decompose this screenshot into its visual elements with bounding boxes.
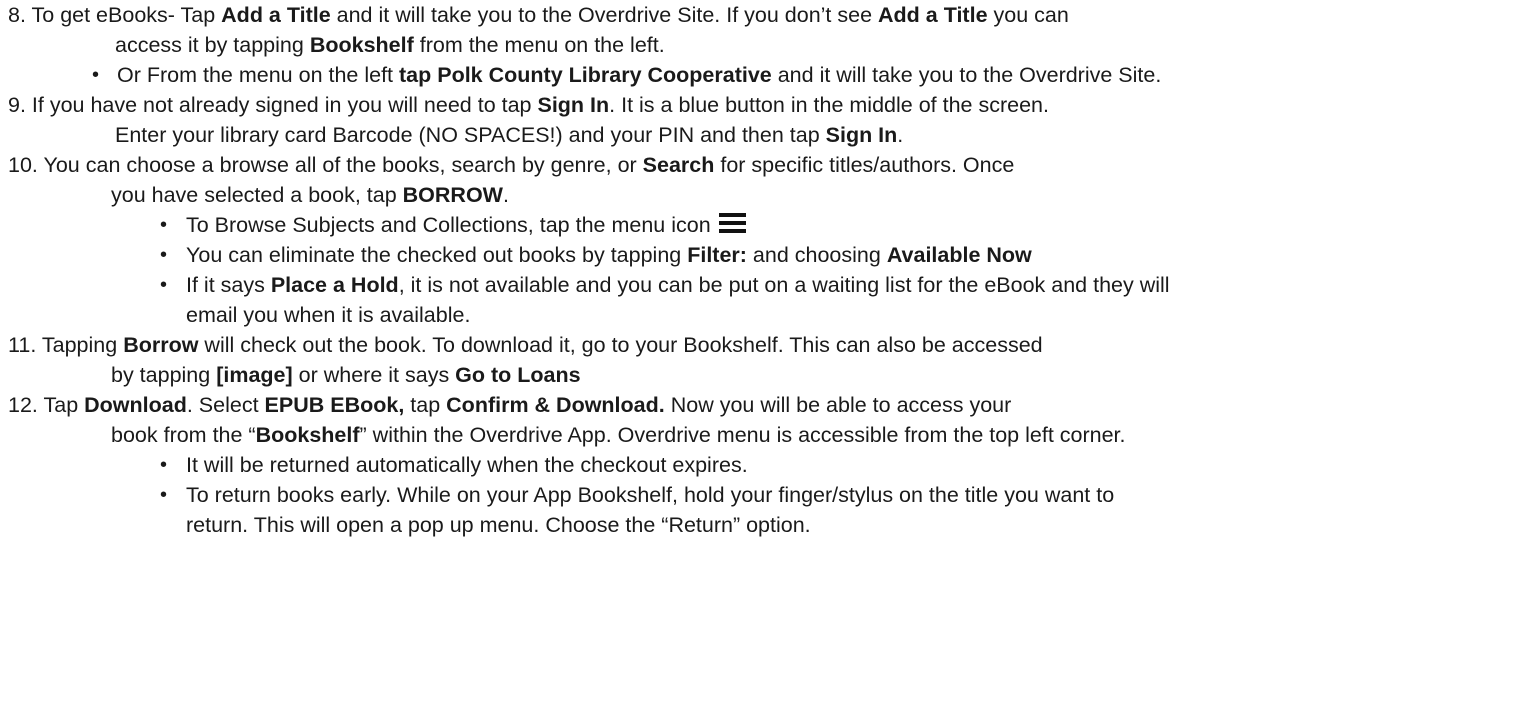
step-10-line-2: you have selected a book, tap BORROW. xyxy=(111,183,509,207)
bullet-glyph: • xyxy=(160,244,168,266)
bullet-glyph: • xyxy=(160,454,168,476)
bullet-glyph: • xyxy=(160,214,168,236)
step-number: 8. xyxy=(8,3,32,27)
bullet-glyph: • xyxy=(160,274,168,296)
step-8-line-2: access it by tapping Bookshelf from the … xyxy=(115,33,665,57)
step-number: 12. xyxy=(8,393,44,417)
step-number: 9. xyxy=(8,93,32,117)
step-9-line-1: 9. If you have not already signed in you… xyxy=(8,93,1049,117)
bullet-glyph: • xyxy=(92,64,100,86)
step-11-line-2: by tapping [image] or where it says Go t… xyxy=(111,363,581,387)
step-12-bullet-2-continuation: return. This will open a pop up menu. Ch… xyxy=(186,513,811,537)
step-10-bullet-3: If it says Place a Hold, it is not avail… xyxy=(186,273,1170,297)
step-12-line-1: 12. Tap Download. Select EPUB EBook, tap… xyxy=(8,393,1012,417)
step-8-bullet-1: Or From the menu on the left tap Polk Co… xyxy=(117,63,1162,87)
hamburger-menu-icon xyxy=(718,213,746,234)
step-10-bullet-3-continuation: email you when it is available. xyxy=(186,303,471,327)
step-12-bullet-2: To return books early. While on your App… xyxy=(186,483,1115,507)
step-number: 10. xyxy=(8,153,44,177)
step-10-line-1: 10. You can choose a browse all of the b… xyxy=(8,153,1015,177)
step-number: 11. xyxy=(8,333,42,357)
step-11-line-1: 11. Tapping Borrow will check out the bo… xyxy=(8,333,1043,357)
step-10-bullet-1: To Browse Subjects and Collections, tap … xyxy=(186,210,746,240)
step-8-line-1: 8. To get eBooks- Tap Add a Title and it… xyxy=(8,3,1069,27)
step-12-line-2: book from the “Bookshelf” within the Ove… xyxy=(111,423,1126,447)
step-9-line-2: Enter your library card Barcode (NO SPAC… xyxy=(115,123,904,147)
bullet-glyph: • xyxy=(160,484,168,506)
step-10-bullet-2: You can eliminate the checked out books … xyxy=(186,243,1032,267)
step-12-bullet-1: It will be returned automatically when t… xyxy=(186,453,748,477)
instructions-document: 8. To get eBooks- Tap Add a Title and it… xyxy=(0,0,1540,713)
